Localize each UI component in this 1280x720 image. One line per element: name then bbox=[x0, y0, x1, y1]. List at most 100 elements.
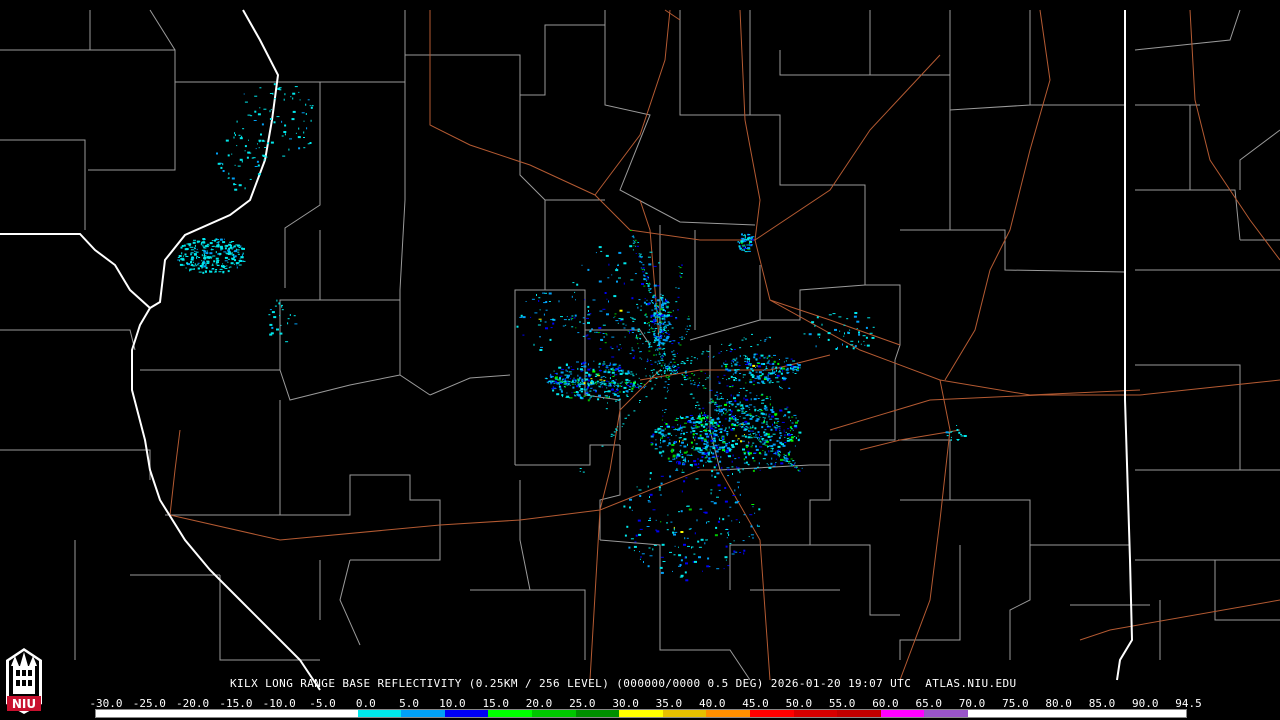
echo-pixel bbox=[661, 543, 665, 546]
echo-pixel bbox=[583, 382, 586, 385]
echo-pixel bbox=[614, 390, 617, 392]
echo-pixel bbox=[590, 367, 592, 369]
echo-pixel bbox=[726, 431, 729, 432]
echo-pixel bbox=[651, 309, 654, 311]
echo-pixel bbox=[854, 312, 858, 314]
echo-pixel bbox=[689, 415, 693, 416]
echo-pixel bbox=[743, 429, 745, 431]
echo-pixel bbox=[737, 438, 740, 440]
echo-pixel bbox=[227, 154, 230, 157]
echo-pixel bbox=[773, 371, 776, 373]
echo-pixel bbox=[786, 456, 788, 458]
echo-pixel bbox=[690, 441, 693, 444]
echo-pixel bbox=[751, 416, 754, 418]
echo-pixel bbox=[732, 373, 734, 375]
echo-pixel bbox=[627, 385, 630, 386]
echo-pixel bbox=[724, 418, 727, 420]
echo-pixel bbox=[598, 363, 600, 365]
echo-pixel bbox=[693, 460, 697, 463]
echo-pixel bbox=[574, 291, 576, 293]
echo-pixel bbox=[646, 299, 648, 301]
echo-pixel bbox=[760, 442, 762, 444]
echo-pixel bbox=[181, 257, 185, 259]
echo-pixel bbox=[227, 177, 230, 179]
echo-pixel bbox=[662, 450, 665, 453]
echo-pixel bbox=[669, 368, 671, 369]
echo-pixel bbox=[742, 408, 745, 410]
echo-pixel bbox=[736, 370, 738, 372]
highway bbox=[829, 394, 1041, 431]
echo-pixel bbox=[872, 326, 875, 328]
echo-pixel bbox=[664, 310, 666, 311]
echo-pixel bbox=[576, 361, 579, 363]
echo-pixel bbox=[661, 360, 664, 361]
echo-pixel bbox=[783, 361, 785, 363]
echo-pixel bbox=[693, 379, 694, 381]
echo-pixel bbox=[717, 448, 721, 450]
echo-pixel bbox=[733, 540, 735, 542]
echo-pixel bbox=[581, 378, 584, 381]
echo-pixel bbox=[287, 322, 289, 325]
echo-pixel bbox=[673, 554, 676, 556]
echo-pixel bbox=[623, 262, 627, 265]
echo-pixel bbox=[711, 451, 712, 454]
echo-pixel bbox=[651, 321, 655, 323]
echo-pixel bbox=[561, 394, 564, 397]
echo-pixel bbox=[651, 387, 654, 389]
echo-pixel bbox=[765, 432, 768, 435]
echo-pixel bbox=[677, 460, 679, 462]
echo-pixel bbox=[648, 263, 652, 266]
echo-pixel bbox=[726, 401, 728, 403]
echo-pixel bbox=[632, 328, 635, 331]
echo-pixel bbox=[767, 464, 769, 466]
echo-pixel bbox=[693, 374, 695, 376]
echo-pixel bbox=[571, 369, 575, 371]
echo-pixel bbox=[587, 368, 591, 371]
echo-pixel bbox=[284, 93, 286, 96]
echo-pixel bbox=[589, 383, 591, 385]
echo-pixel bbox=[671, 444, 675, 446]
echo-pixel bbox=[681, 361, 684, 362]
echo-pixel bbox=[865, 336, 868, 339]
echo-pixel bbox=[586, 334, 589, 336]
echo-pixel bbox=[661, 294, 664, 296]
echo-pixel bbox=[742, 448, 745, 451]
echo-pixel bbox=[704, 433, 708, 436]
echo-pixel bbox=[647, 277, 649, 279]
echo-pixel bbox=[776, 450, 778, 452]
echo-pixel bbox=[704, 452, 708, 455]
echo-pixel bbox=[726, 350, 728, 351]
echo-pixel bbox=[772, 433, 776, 435]
echo-pixel bbox=[678, 554, 682, 557]
echo-pixel bbox=[684, 379, 686, 381]
echo-pixel bbox=[728, 414, 731, 416]
echo-pixel bbox=[743, 462, 746, 464]
echo-pixel bbox=[279, 332, 283, 335]
echo-pixel bbox=[837, 346, 838, 349]
echo-pixel bbox=[706, 377, 708, 379]
legend-color-segment bbox=[313, 710, 358, 717]
echo-pixel bbox=[605, 366, 609, 368]
echo-pixel bbox=[206, 250, 208, 252]
echo-pixel bbox=[687, 329, 690, 330]
echo-pixel bbox=[684, 556, 686, 559]
echo-pixel bbox=[221, 246, 223, 248]
echo-pixel bbox=[639, 551, 640, 553]
echo-pixel bbox=[567, 381, 568, 383]
echo-pixel bbox=[777, 426, 781, 428]
echo-pixel bbox=[754, 408, 757, 411]
echo-pixel bbox=[789, 465, 792, 467]
echo-pixel bbox=[665, 354, 666, 356]
echo-pixel bbox=[606, 387, 608, 389]
echo-pixel bbox=[733, 377, 736, 379]
echo-pixel bbox=[677, 287, 680, 289]
echo-pixel bbox=[760, 412, 764, 415]
echo-pixel bbox=[685, 375, 688, 376]
echo-pixel bbox=[751, 238, 754, 241]
echo-pixel bbox=[694, 374, 696, 376]
echo-pixel bbox=[236, 145, 238, 147]
echo-pixel bbox=[711, 425, 713, 427]
county-line bbox=[545, 289, 651, 346]
echo-pixel bbox=[746, 413, 749, 416]
echo-pixel bbox=[714, 434, 718, 437]
